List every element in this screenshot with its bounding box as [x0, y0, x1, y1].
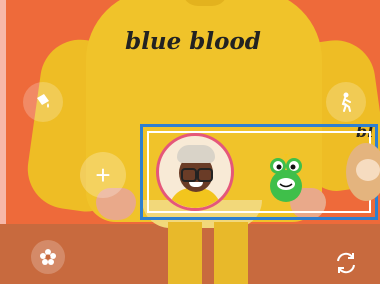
dinosaur-emoji-thumbnail[interactable]: [264, 152, 308, 204]
avatar-glasses-left: [181, 168, 197, 182]
add-avatar-button[interactable]: +: [80, 152, 126, 198]
sticker-button[interactable]: [31, 240, 65, 274]
avatar-hair: [177, 145, 215, 163]
left-leg: [168, 222, 202, 284]
flower-sticker-icon: [40, 249, 56, 265]
shirt-print-text: blue blood: [125, 28, 261, 55]
background-color-button[interactable]: [23, 82, 63, 122]
rotate-camera-icon[interactable]: [333, 250, 359, 276]
right-leg: [214, 222, 248, 284]
avatar-glasses-right: [197, 168, 213, 182]
person-walk-icon: [341, 92, 351, 112]
bear-emoji-thumbnail[interactable]: [346, 143, 380, 201]
paint-bucket-icon: [37, 94, 49, 108]
my-avatar-thumbnail[interactable]: [156, 133, 234, 211]
bear-face: [356, 159, 380, 181]
camera-preview: blue blood + bl: [0, 0, 380, 284]
motion-button[interactable]: [326, 82, 366, 122]
